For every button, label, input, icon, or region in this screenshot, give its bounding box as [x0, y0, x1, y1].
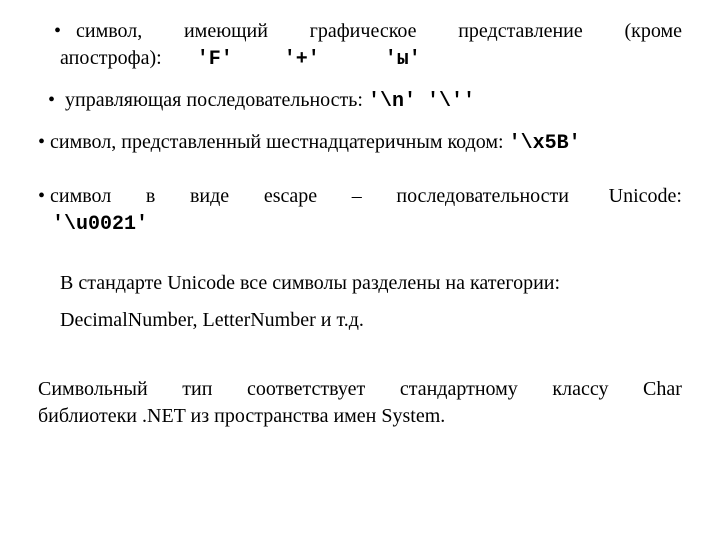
text: (кроме: [630, 18, 682, 45]
footer-line2: библиотеки .NET из пространства имен Sys…: [38, 403, 682, 430]
text: последовательности: [396, 183, 569, 210]
text: символ, представленный шестнадцатеричным…: [50, 131, 504, 153]
bullet-line1: • символ, имеющий графическое представле…: [60, 18, 682, 45]
text: в: [146, 183, 155, 210]
text: управляющая последовательность:: [65, 89, 363, 111]
text-line: DecimalNumber, LetterNumber и т.д.: [60, 307, 682, 334]
text: Char: [643, 376, 682, 403]
text-line: В стандарте Unicode все символы разделен…: [60, 270, 682, 297]
bullet-line1: • символ в виде escape – последовательно…: [38, 183, 682, 210]
bullet-graphic-symbol: • символ, имеющий графическое представле…: [38, 18, 682, 73]
bullet-line2: апострофа): 'F' '+' 'ы': [60, 45, 682, 73]
text: виде: [190, 183, 229, 210]
text: имеющий: [190, 18, 268, 45]
bullet-marker: •: [48, 89, 55, 111]
text: графическое: [316, 18, 417, 45]
text: escape: [264, 183, 317, 210]
text: Unicode:: [609, 185, 682, 207]
text: Символьный: [38, 376, 148, 403]
text: тип: [182, 376, 212, 403]
bullet-hex-code: • символ, представленный шестнадцатеричн…: [38, 129, 682, 157]
bullet-escape-sequence: • управляющая последовательность: '\n' '…: [38, 87, 682, 115]
footer-paragraph: Символьный тип соответствует стандартном…: [38, 376, 682, 430]
code-literal: '\x5B': [509, 132, 581, 155]
text: стандартному: [400, 376, 518, 403]
text: апострофа):: [60, 47, 162, 69]
footer-line1: Символьный тип соответствует стандартном…: [38, 376, 682, 403]
bullet-marker: •: [38, 185, 45, 207]
bullet-marker: •: [54, 20, 61, 42]
bullet-marker: •: [38, 131, 45, 153]
text: классу: [552, 376, 608, 403]
bullet-line2: '\u0021': [38, 210, 682, 238]
code-literal: '\'': [427, 90, 475, 113]
text: –: [352, 183, 362, 210]
text: представление: [464, 18, 583, 45]
bullet-unicode-escape: • символ в виде escape – последовательно…: [38, 183, 682, 238]
code-literal: 'F': [197, 48, 233, 71]
code-literal: '\u0021': [52, 213, 148, 236]
code-literal: '\n': [368, 90, 416, 113]
text: символ,: [76, 20, 142, 42]
code-literal: 'ы': [385, 48, 421, 71]
unicode-categories-block: В стандарте Unicode все символы разделен…: [38, 270, 682, 334]
text: соответствует: [247, 376, 365, 403]
code-literal: '+': [284, 48, 320, 71]
text: символ: [50, 185, 111, 207]
slide-page: • символ, имеющий графическое представле…: [0, 0, 720, 540]
